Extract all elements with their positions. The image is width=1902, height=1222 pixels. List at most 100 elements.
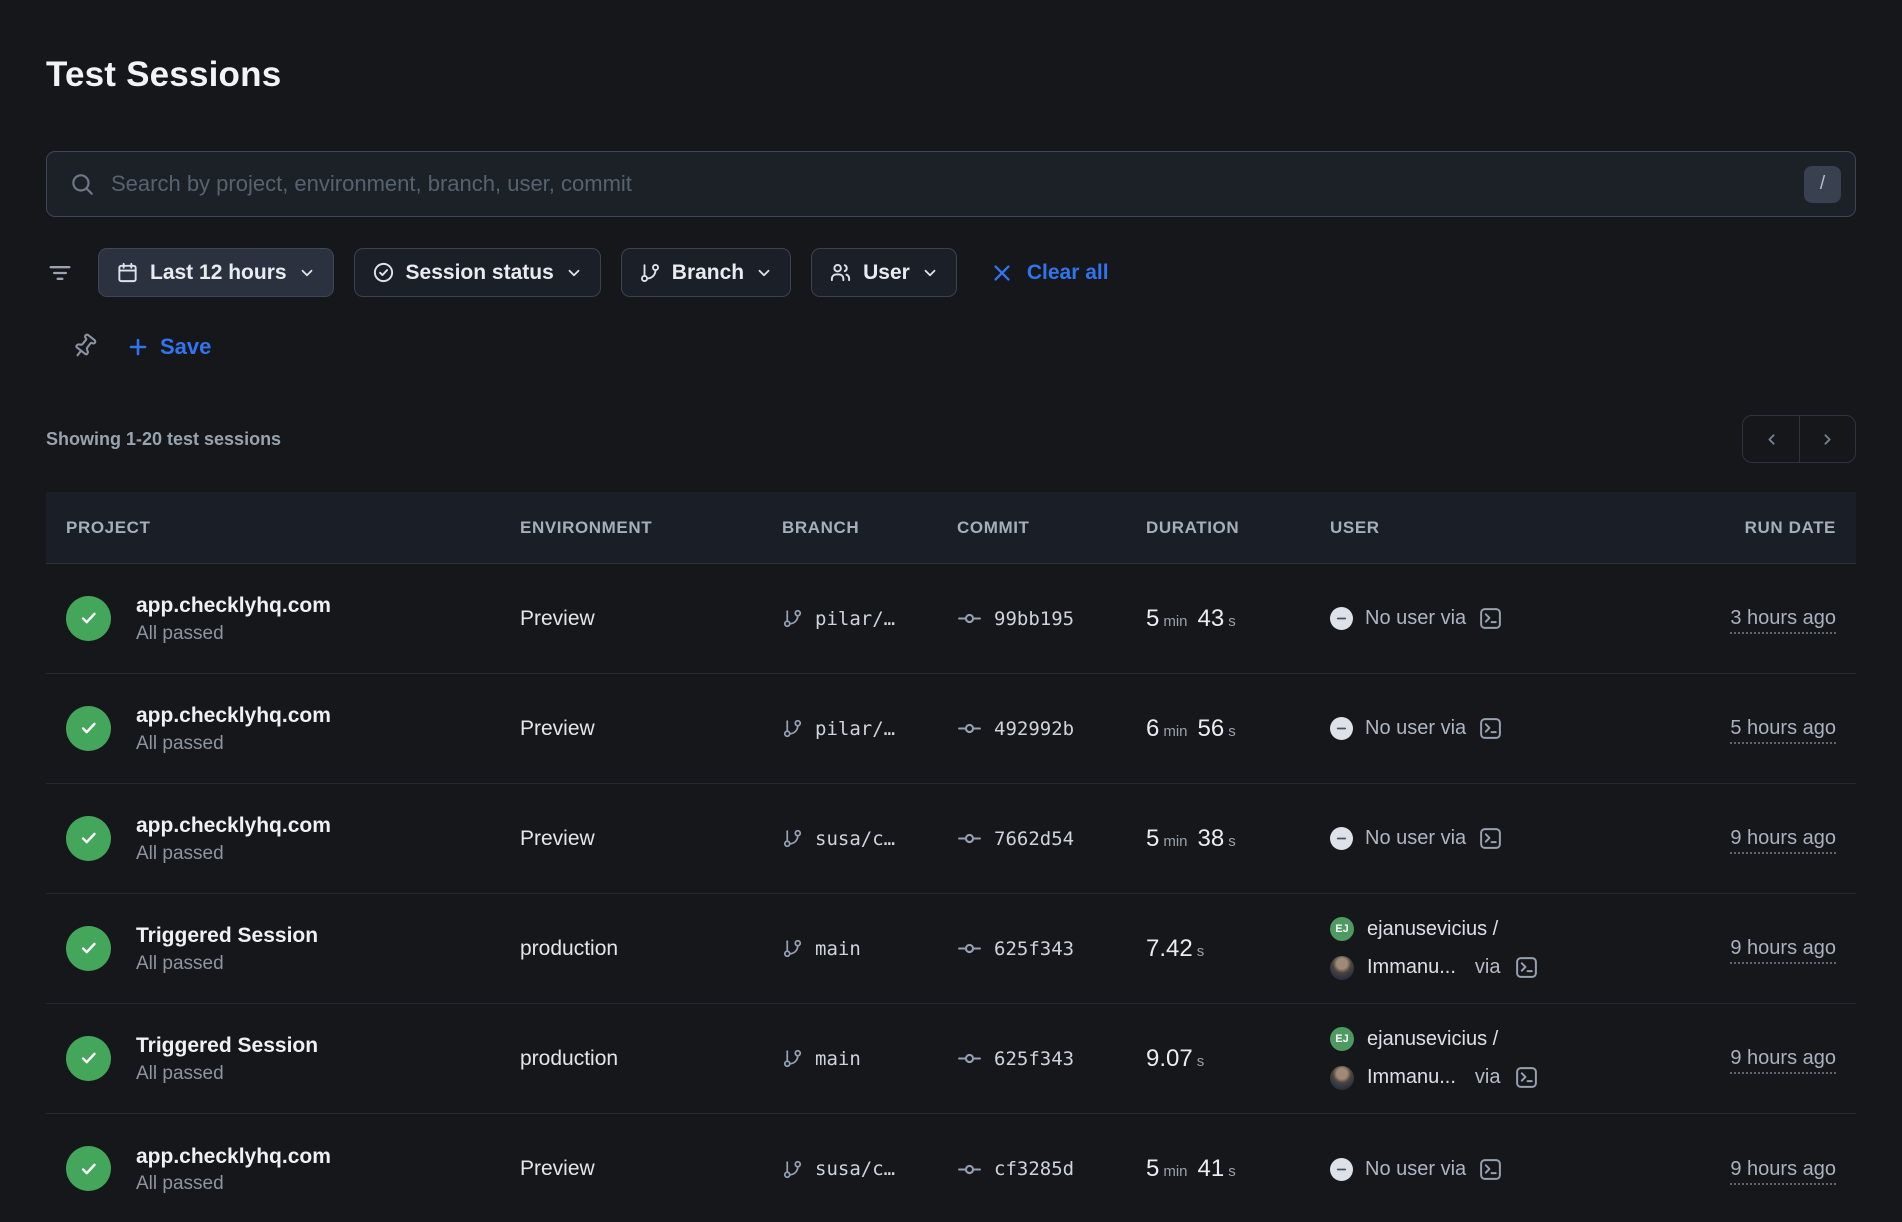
terminal-icon: [1478, 716, 1503, 741]
commit-hash: cf3285d: [994, 1158, 1074, 1180]
commit-hash: 492992b: [994, 718, 1074, 740]
commit-hash: 625f343: [994, 938, 1074, 960]
no-user-row: No user via: [1330, 716, 1636, 741]
search-input[interactable]: [111, 171, 1788, 197]
terminal-icon: [1514, 955, 1539, 980]
table-row[interactable]: app.checklyhq.com All passed Preview sus…: [46, 1114, 1856, 1222]
passed-check-icon: [66, 1146, 111, 1191]
branch-filter[interactable]: Branch: [621, 248, 791, 297]
project-status: All passed: [136, 733, 331, 755]
test-sessions-page: Test Sessions / Last 12 hours Session st…: [0, 55, 1902, 1222]
project-name: app.checklyhq.com: [136, 1143, 331, 1170]
column-header-duration: Duration: [1146, 518, 1330, 538]
calendar-icon: [116, 261, 139, 284]
no-user-icon: [1330, 717, 1353, 740]
avatar: [1330, 1066, 1354, 1090]
run-date-link[interactable]: 5 hours ago: [1730, 717, 1836, 744]
via-label: via: [1475, 956, 1501, 979]
run-date-link[interactable]: 9 hours ago: [1730, 937, 1836, 964]
no-user-label: No user via: [1365, 827, 1466, 850]
next-page-button[interactable]: [1799, 416, 1855, 462]
save-button[interactable]: Save: [126, 334, 211, 360]
passed-check-icon: [66, 926, 111, 971]
column-header-run-date: Run date: [1636, 518, 1836, 538]
project-cell: app.checklyhq.com All passed: [66, 1143, 520, 1195]
list-meta-row: Showing 1-20 test sessions: [46, 415, 1856, 463]
terminal-icon: [1514, 1065, 1539, 1090]
clear-all-label: Clear all: [1027, 261, 1109, 285]
run-date-cell: 9 hours ago: [1636, 1158, 1836, 1181]
clear-all-button[interactable]: Clear all: [991, 261, 1109, 285]
terminal-icon: [1478, 826, 1503, 851]
passed-check-icon: [66, 816, 111, 861]
project-cell: app.checklyhq.com All passed: [66, 592, 520, 644]
save-row: Save: [46, 333, 1856, 361]
branch-cell: susa/c…: [782, 1158, 957, 1180]
no-user-label: No user via: [1365, 607, 1466, 630]
commit-cell: cf3285d: [957, 1157, 1146, 1182]
duration-cell: 5min43s: [1146, 605, 1330, 633]
environment-cell: Preview: [520, 717, 782, 741]
branch-cell: susa/c…: [782, 828, 957, 850]
project-status: All passed: [136, 843, 331, 865]
prev-page-button[interactable]: [1743, 416, 1799, 462]
commit-cell: 625f343: [957, 936, 1146, 961]
passed-check-icon: [66, 706, 111, 751]
column-header-environment: Environment: [520, 518, 782, 538]
run-date-link[interactable]: 9 hours ago: [1730, 1158, 1836, 1185]
project-name: app.checklyhq.com: [136, 592, 331, 619]
time-range-filter[interactable]: Last 12 hours: [98, 248, 334, 297]
table-row[interactable]: app.checklyhq.com All passed Preview pil…: [46, 564, 1856, 674]
session-status-filter[interactable]: Session status: [354, 248, 601, 297]
project-status: All passed: [136, 1063, 318, 1085]
duration-cell: 5min38s: [1146, 825, 1330, 853]
git-commit-icon: [957, 606, 982, 631]
git-branch-icon: [782, 938, 803, 959]
session-status-label: Session status: [406, 261, 554, 285]
run-date-cell: 9 hours ago: [1636, 827, 1836, 850]
run-date-link[interactable]: 9 hours ago: [1730, 827, 1836, 854]
git-branch-icon: [782, 718, 803, 739]
branch-cell: main: [782, 938, 957, 960]
plus-icon: [126, 335, 150, 359]
git-commit-icon: [957, 716, 982, 741]
git-commit-icon: [957, 936, 982, 961]
run-date-link[interactable]: 9 hours ago: [1730, 1047, 1836, 1074]
table-row[interactable]: app.checklyhq.com All passed Preview pil…: [46, 674, 1856, 784]
column-header-user: User: [1330, 518, 1636, 538]
project-cell: Triggered Session All passed: [66, 922, 520, 974]
environment-cell: production: [520, 937, 782, 961]
filter-bar: Last 12 hours Session status Branch: [46, 248, 1856, 297]
commit-cell: 492992b: [957, 716, 1146, 741]
user-cell: No user via: [1330, 826, 1636, 851]
no-user-row: No user via: [1330, 826, 1636, 851]
test-sessions-table: Project Environment Branch Commit Durati…: [46, 492, 1856, 1222]
column-header-project: Project: [66, 518, 520, 538]
time-range-label: Last 12 hours: [150, 261, 287, 285]
table-row[interactable]: app.checklyhq.com All passed Preview sus…: [46, 784, 1856, 894]
user-filter[interactable]: User: [811, 248, 957, 297]
run-date-cell: 5 hours ago: [1636, 717, 1836, 740]
avatar: [1330, 956, 1354, 980]
user-cell: EJ ejanusevicius / Immanu... via: [1330, 917, 1636, 980]
table-header: Project Environment Branch Commit Durati…: [46, 492, 1856, 564]
branch-filter-label: Branch: [672, 261, 744, 285]
no-user-label: No user via: [1365, 717, 1466, 740]
duration-cell: 6min56s: [1146, 715, 1330, 743]
table-row[interactable]: Triggered Session All passed production …: [46, 1004, 1856, 1114]
run-date-link[interactable]: 3 hours ago: [1730, 607, 1836, 634]
passed-check-icon: [66, 596, 111, 641]
showing-count: Showing 1-20 test sessions: [46, 429, 281, 450]
table-body: app.checklyhq.com All passed Preview pil…: [46, 564, 1856, 1222]
commit-cell: 99bb195: [957, 606, 1146, 631]
user-cell: No user via: [1330, 606, 1636, 631]
project-cell: Triggered Session All passed: [66, 1032, 520, 1084]
search-shortcut-badge: /: [1804, 166, 1841, 203]
table-row[interactable]: Triggered Session All passed production …: [46, 894, 1856, 1004]
run-date-cell: 9 hours ago: [1636, 1047, 1836, 1070]
pin-icon[interactable]: [70, 333, 98, 361]
branch-name: main: [815, 1048, 861, 1070]
branch-name: main: [815, 938, 861, 960]
no-user-row: No user via: [1330, 1157, 1636, 1182]
search-icon: [69, 171, 95, 197]
